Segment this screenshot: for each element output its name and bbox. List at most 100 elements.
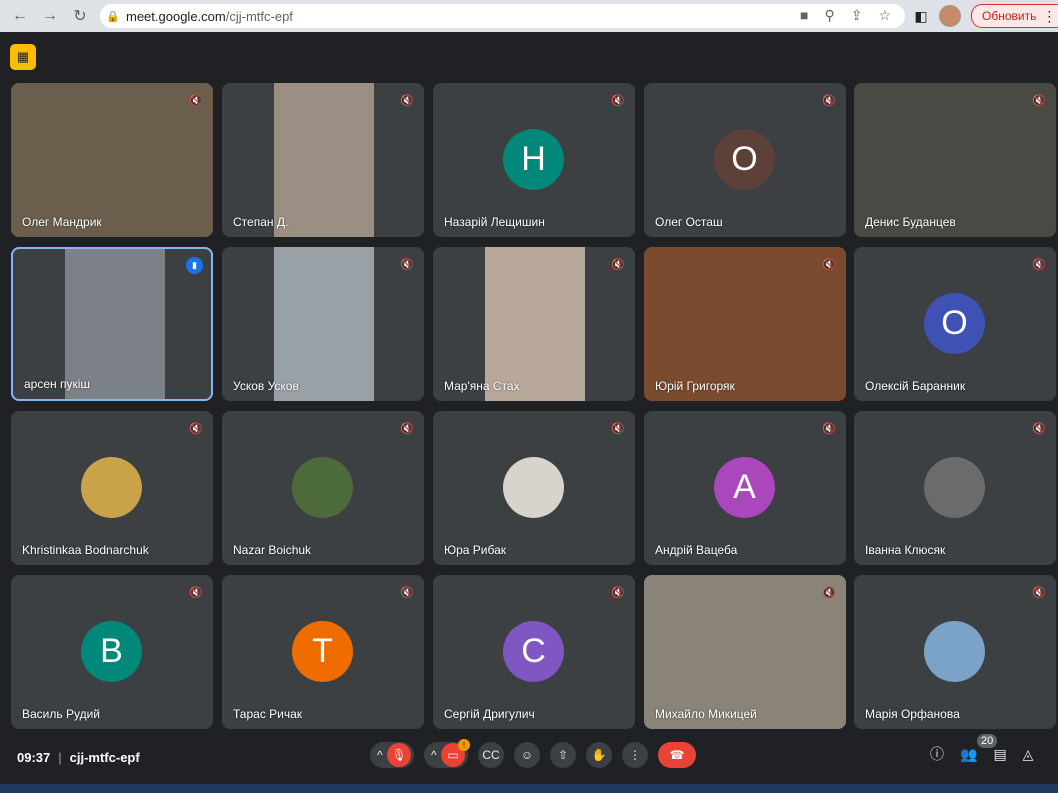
participant-grid: 🔇 Олег Мандрик 🔇 Степан Д. Н 🔇 Назарій Лещишин… bbox=[0, 0, 1058, 793]
participant-tile[interactable]: 🔇 Олег Мандрик bbox=[11, 83, 213, 237]
participant-video bbox=[274, 83, 374, 237]
participant-tile[interactable]: 🔇 Марія Орфанова bbox=[854, 575, 1056, 729]
camera-options-chevron-icon[interactable]: ^ bbox=[431, 748, 437, 762]
participant-tile[interactable]: О 🔇 Олексій Баранник bbox=[854, 247, 1056, 401]
participant-tile[interactable]: ▮ арсен пукіш bbox=[11, 247, 213, 401]
camera-alert-badge: ! bbox=[458, 739, 470, 751]
chat-icon[interactable]: ▤ bbox=[993, 746, 1006, 763]
muted-mic-icon: 🔇 bbox=[1032, 258, 1046, 271]
muted-mic-icon: 🔇 bbox=[189, 422, 203, 435]
muted-mic-icon: 🔇 bbox=[822, 422, 836, 435]
participant-name: Андрій Вацеба bbox=[655, 543, 738, 557]
participant-name: Олег Осташ bbox=[655, 215, 723, 229]
participant-avatar: С bbox=[503, 621, 564, 682]
participant-name: Михайло Микицей bbox=[655, 707, 757, 721]
muted-mic-icon: 🔇 bbox=[1032, 422, 1046, 435]
meeting-code[interactable]: cjj-mtfc-epf bbox=[70, 750, 140, 765]
participant-tile[interactable]: О 🔇 Олег Осташ bbox=[644, 83, 846, 237]
participant-avatar: А bbox=[714, 457, 775, 518]
participant-tile[interactable]: 🔇 Юра Рибак bbox=[433, 411, 635, 565]
mic-control[interactable]: ^ 🎙 bbox=[370, 742, 414, 768]
participant-tile[interactable]: 🔇 Nazar Boichuk bbox=[222, 411, 424, 565]
participant-avatar: О bbox=[714, 129, 775, 190]
people-icon[interactable]: 👥 bbox=[960, 746, 977, 763]
camera-control[interactable]: ^ ▭ ! bbox=[424, 739, 470, 768]
participant-tile[interactable]: Т 🔇 Тарас Ричак bbox=[222, 575, 424, 729]
mic-off-icon[interactable]: 🎙 bbox=[387, 743, 411, 767]
participant-avatar bbox=[81, 457, 142, 518]
participant-name: Степан Д. bbox=[233, 215, 289, 229]
participant-tile[interactable]: 🔇 Юрій Григоряк bbox=[644, 247, 846, 401]
participant-name: Юра Рибак bbox=[444, 543, 507, 557]
participant-video bbox=[11, 83, 213, 237]
participant-name: арсен пукіш bbox=[24, 377, 91, 391]
participant-name: Nazar Boichuk bbox=[233, 543, 312, 557]
participant-avatar: Т bbox=[292, 621, 353, 682]
right-controls: ⓘ 👥 ▤ ◬ bbox=[930, 744, 1033, 764]
participant-name: Олексій Баранник bbox=[865, 379, 966, 393]
muted-mic-icon: 🔇 bbox=[189, 94, 203, 107]
meeting-info: 09:37 | cjj-mtfc-epf bbox=[17, 750, 140, 765]
meeting-info-separator: | bbox=[58, 750, 62, 765]
emoji-icon[interactable]: ☺ bbox=[514, 742, 540, 768]
participant-tile[interactable]: Н 🔇 Назарій Лещишин bbox=[433, 83, 635, 237]
mic-options-chevron-icon[interactable]: ^ bbox=[377, 748, 383, 762]
participant-avatar bbox=[924, 621, 985, 682]
muted-mic-icon: 🔇 bbox=[1032, 586, 1046, 599]
participant-tile[interactable]: С 🔇 Сергій Дригулич bbox=[433, 575, 635, 729]
participant-avatar bbox=[292, 457, 353, 518]
muted-mic-icon: 🔇 bbox=[400, 422, 414, 435]
participant-video bbox=[854, 83, 1056, 237]
os-taskbar bbox=[0, 784, 1058, 793]
participant-tile[interactable]: 🔇 Степан Д. bbox=[222, 83, 424, 237]
muted-mic-icon: 🔇 bbox=[611, 258, 625, 271]
participant-tile[interactable]: А 🔇 Андрій Вацеба bbox=[644, 411, 846, 565]
participant-tile[interactable]: 🔇 Іванна Клюсяк bbox=[854, 411, 1056, 565]
participant-tile[interactable]: 🔇 Khristinkaa Bodnarchuk bbox=[11, 411, 213, 565]
muted-mic-icon: 🔇 bbox=[400, 586, 414, 599]
muted-mic-icon: 🔇 bbox=[400, 258, 414, 271]
meet-control-bar: 09:37 | cjj-mtfc-epf ^ 🎙 ^ ▭ ! CC ☺ ⇧ ✋ … bbox=[0, 734, 1058, 780]
meeting-time: 09:37 bbox=[17, 750, 51, 765]
participant-name: Юрій Григоряк bbox=[655, 379, 735, 393]
muted-mic-icon: 🔇 bbox=[611, 586, 625, 599]
muted-mic-icon: 🔇 bbox=[611, 422, 625, 435]
muted-mic-icon: 🔇 bbox=[822, 94, 836, 107]
participant-avatar bbox=[924, 457, 985, 518]
participant-name: Усков Усков bbox=[233, 379, 299, 393]
speaking-indicator-icon: ▮ bbox=[186, 257, 203, 274]
end-call-button[interactable]: ☎ bbox=[658, 742, 696, 768]
participant-avatar: В bbox=[81, 621, 142, 682]
activities-icon[interactable]: ◬ bbox=[1023, 746, 1034, 763]
present-screen-icon[interactable]: ⇧ bbox=[550, 742, 576, 768]
participant-name: Назарій Лещишин bbox=[444, 215, 545, 229]
captions-icon[interactable]: CC bbox=[478, 742, 504, 768]
muted-mic-icon: 🔇 bbox=[611, 94, 625, 107]
participant-tile[interactable]: 🔇 Михайло Микицей bbox=[644, 575, 846, 729]
participant-name: Олег Мандрик bbox=[22, 215, 102, 229]
muted-mic-icon: 🔇 bbox=[400, 94, 414, 107]
participant-tile[interactable]: 🔇 Усков Усков bbox=[222, 247, 424, 401]
muted-mic-icon: 🔇 bbox=[189, 586, 203, 599]
participant-tile[interactable]: В 🔇 Василь Рудий bbox=[11, 575, 213, 729]
participant-video bbox=[274, 247, 374, 401]
muted-mic-icon: 🔇 bbox=[1032, 94, 1046, 107]
participant-name: Денис Буданцев bbox=[865, 215, 956, 229]
participant-name: Khristinkaa Bodnarchuk bbox=[22, 543, 149, 557]
more-options-icon[interactable]: ⋮ bbox=[622, 742, 648, 768]
meeting-details-icon[interactable]: ⓘ bbox=[930, 744, 944, 764]
participant-name: Марія Орфанова bbox=[865, 707, 960, 721]
participant-avatar: О bbox=[924, 293, 985, 354]
muted-mic-icon: 🔇 bbox=[822, 258, 836, 271]
participant-video bbox=[644, 247, 846, 401]
participant-name: Мар'яна Стах bbox=[444, 379, 520, 393]
participant-name: Сергій Дригулич bbox=[444, 707, 535, 721]
muted-mic-icon: 🔇 bbox=[822, 586, 836, 599]
raise-hand-icon[interactable]: ✋ bbox=[586, 742, 612, 768]
participant-tile[interactable]: 🔇 Денис Буданцев bbox=[854, 83, 1056, 237]
participant-video bbox=[644, 575, 846, 729]
center-controls: ^ 🎙 ^ ▭ ! CC ☺ ⇧ ✋ ⋮ ☎ bbox=[370, 739, 696, 768]
participant-video bbox=[485, 247, 585, 401]
participant-name: Тарас Ричак bbox=[233, 707, 303, 721]
participant-tile[interactable]: 🔇 Мар'яна Стах bbox=[433, 247, 635, 401]
